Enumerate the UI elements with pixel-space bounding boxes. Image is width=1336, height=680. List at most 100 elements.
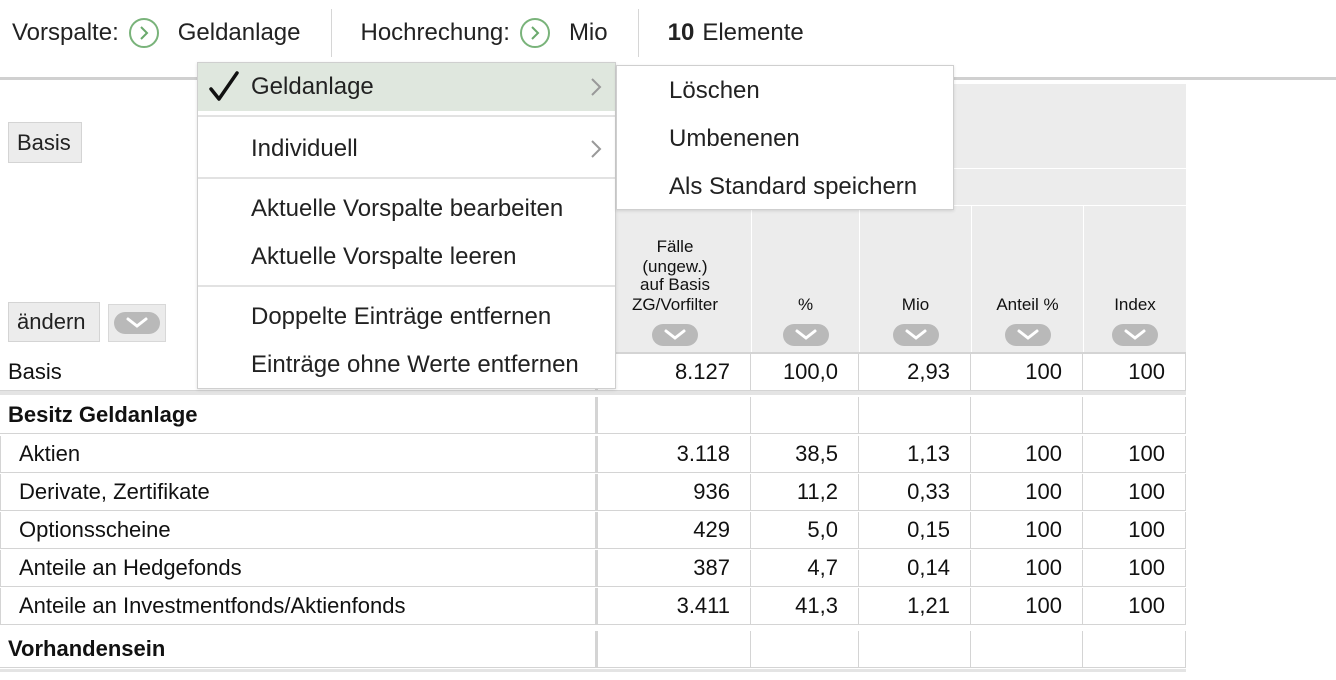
circle-chevron-right-icon[interactable] <box>128 18 159 48</box>
table-section-row: Vorhandensein <box>0 631 1186 669</box>
column-header-mio-label: Mio <box>901 295 930 314</box>
cell-mio: 1,13 <box>859 436 971 473</box>
cell-percent: 11,2 <box>751 474 859 511</box>
section-label: Vorhandensein <box>0 631 598 668</box>
column-header-faelle: Fälle (ungew.) auf Basis ZG/Vorfilter <box>598 206 751 354</box>
row-divider <box>0 391 1186 395</box>
aendern-button-label: ändern <box>17 309 86 334</box>
cell-percent: 4,7 <box>751 550 859 587</box>
column-header-line: ZG/Vorfilter <box>632 295 718 314</box>
row-divider <box>0 669 1186 672</box>
menu-divider <box>198 285 615 287</box>
cell-mio <box>859 631 971 668</box>
column-header-line: Fälle <box>656 237 694 256</box>
cell-faelle: 936 <box>598 474 751 511</box>
cell-index <box>1083 397 1186 434</box>
cell-percent: 41,3 <box>751 588 859 625</box>
column-header-line: (ungew.) <box>642 257 708 276</box>
menu-item-doppelte-entfernen[interactable]: Doppelte Einträge entfernen <box>198 293 615 341</box>
column-header-anteil: Anteil % <box>971 206 1083 354</box>
table-row[interactable]: Optionsscheine 429 5,0 0,15 100 100 <box>0 512 1186 550</box>
geldanlage-submenu: Löschen Umbenenen Als Standard speichern <box>616 65 954 210</box>
row-label: Anteile an Hedgefonds <box>0 550 598 587</box>
cell-index: 100 <box>1083 512 1186 549</box>
menu-item-vorspalte-leeren[interactable]: Aktuelle Vorspalte leeren <box>198 233 615 281</box>
table-row[interactable]: Anteile an Investmentfonds/Aktienfonds 3… <box>0 588 1186 626</box>
cell-faelle: 3.118 <box>598 436 751 473</box>
cell-anteil: 100 <box>971 474 1083 511</box>
basis-button[interactable]: Basis <box>8 122 82 163</box>
menu-item-geldanlage[interactable]: Geldanlage <box>198 63 615 111</box>
menu-divider <box>198 115 615 117</box>
column-header-percent: % <box>751 206 859 354</box>
hochrechnung-selector[interactable]: Hochrechung: Mio <box>332 9 638 57</box>
cell-anteil <box>971 397 1083 434</box>
hochrechnung-label: Hochrechung: <box>360 19 510 46</box>
cell-faelle <box>598 397 751 434</box>
column-header-index-label: Index <box>1114 295 1156 314</box>
cell-mio: 0,15 <box>859 512 971 549</box>
table-row[interactable]: Anteile an Hedgefonds 387 4,7 0,14 100 1… <box>0 550 1186 588</box>
aendern-dropdown-button[interactable] <box>108 304 166 342</box>
chevron-down-icon[interactable] <box>1004 324 1051 346</box>
cell-anteil: 100 <box>971 512 1083 549</box>
cell-faelle: 3.411 <box>598 588 751 625</box>
column-header-index: Index <box>1083 206 1186 354</box>
aendern-button[interactable]: ändern <box>8 302 100 342</box>
cell-mio: 2,93 <box>859 354 971 391</box>
menu-divider <box>198 177 615 179</box>
circle-chevron-right-icon[interactable] <box>519 18 550 48</box>
cell-index: 100 <box>1083 354 1186 391</box>
menu-item-ohne-werte-entfernen[interactable]: Einträge ohne Werte entfernen <box>198 341 615 389</box>
vorspalte-value[interactable]: Geldanlage <box>178 19 301 47</box>
chevron-right-icon <box>589 76 603 105</box>
chevron-down-icon[interactable] <box>652 324 698 346</box>
chevron-down-icon <box>114 312 160 334</box>
cell-percent: 5,0 <box>751 512 859 549</box>
submenu-item-label: Umbenenen <box>669 125 800 152</box>
menu-item-individuell[interactable]: Individuell <box>198 125 615 173</box>
cell-percent: 38,5 <box>751 436 859 473</box>
cell-index: 100 <box>1083 474 1186 511</box>
submenu-item-label: Als Standard speichern <box>669 173 918 200</box>
section-label: Besitz Geldanlage <box>0 397 598 434</box>
cell-mio: 0,14 <box>859 550 971 587</box>
table-section-row: Besitz Geldanlage <box>0 397 1186 435</box>
submenu-item-als-standard[interactable]: Als Standard speichern <box>617 163 953 211</box>
chevron-down-icon[interactable] <box>892 324 939 346</box>
menu-item-vorspalte-bearbeiten[interactable]: Aktuelle Vorspalte bearbeiten <box>198 185 615 233</box>
column-header-percent-label: % <box>797 295 814 314</box>
row-label: Derivate, Zertifikate <box>0 474 598 511</box>
cell-percent <box>751 631 859 668</box>
table-row[interactable]: Aktien 3.118 38,5 1,13 100 100 <box>0 436 1186 474</box>
cell-mio <box>859 397 971 434</box>
chevron-down-icon[interactable] <box>1112 324 1158 346</box>
cell-faelle: 8.127 <box>598 354 751 391</box>
vorspalte-selector[interactable]: Vorspalte: Geldanlage <box>0 9 331 57</box>
table-row[interactable]: Derivate, Zertifikate 936 11,2 0,33 100 … <box>0 474 1186 512</box>
hochrechnung-value[interactable]: Mio <box>569 19 608 47</box>
menu-item-label: Geldanlage <box>251 73 374 100</box>
toolbar: Vorspalte: Geldanlage Hochrechung: Mio 1… <box>0 0 1336 66</box>
menu-item-label: Doppelte Einträge entfernen <box>251 303 552 330</box>
row-label: Aktien <box>0 436 598 473</box>
menu-item-label: Aktuelle Vorspalte bearbeiten <box>251 195 564 222</box>
submenu-item-umbenennen[interactable]: Umbenenen <box>617 115 953 163</box>
cell-index <box>1083 631 1186 668</box>
elements-count-number: 10 <box>667 19 695 46</box>
cell-anteil: 100 <box>971 550 1083 587</box>
row-label: Optionsscheine <box>0 512 598 549</box>
cell-anteil: 100 <box>971 354 1083 391</box>
column-header-anteil-label: Anteil % <box>996 295 1059 314</box>
cell-percent <box>751 397 859 434</box>
column-header-mio: Mio <box>859 206 971 354</box>
chevron-right-icon <box>589 138 603 167</box>
submenu-item-loeschen[interactable]: Löschen <box>617 67 953 115</box>
elements-count: 10 Elemente <box>639 9 804 57</box>
cell-index: 100 <box>1083 436 1186 473</box>
chevron-down-icon[interactable] <box>782 324 829 346</box>
basis-button-label: Basis <box>17 129 71 155</box>
row-label: Anteile an Investmentfonds/Aktienfonds <box>0 588 598 625</box>
vorspalte-menu: Geldanlage Individuell Aktuelle Vorspalt… <box>197 62 616 389</box>
checkmark-icon <box>208 70 240 111</box>
